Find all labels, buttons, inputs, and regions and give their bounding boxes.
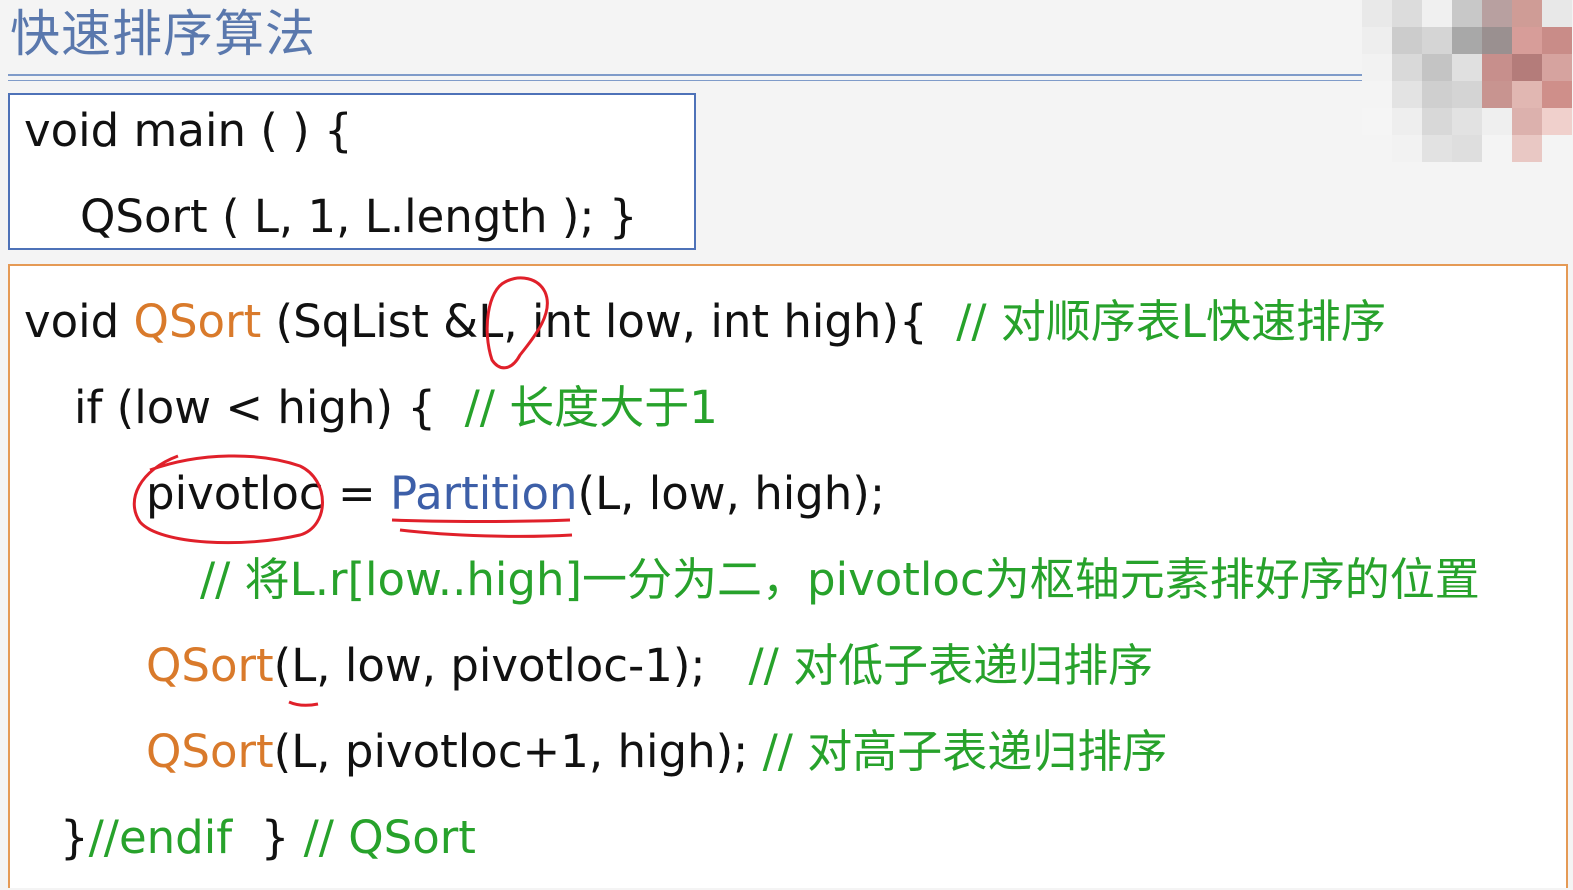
- closing-brace-if: }: [60, 811, 89, 864]
- function-name-qsort-high: QSort: [146, 725, 274, 778]
- qsort-line-2: if (low < high) { // 长度大于1: [74, 378, 718, 438]
- function-name-partition: Partition: [389, 467, 578, 520]
- webcam-pixel: [1452, 135, 1482, 162]
- webcam-pixel: [1452, 54, 1482, 81]
- webcam-pixel: [1452, 0, 1482, 27]
- slide: 快速排序算法 void main ( ) { QSort ( L, 1, L.l…: [0, 0, 1573, 890]
- comment-length: // 长度大于1: [464, 381, 718, 434]
- webcam-pixel: [1542, 54, 1572, 81]
- comment-sort-list: // 对顺序表L快速排序: [956, 295, 1386, 348]
- webcam-pixel: [1392, 0, 1422, 27]
- webcam-pixel: [1362, 54, 1392, 81]
- qsort-line-7: }//endif } // QSort: [60, 808, 476, 868]
- title-rule: [8, 74, 1363, 76]
- webcam-pixel: [1422, 27, 1452, 54]
- main-line-1: void main ( ) {: [24, 104, 353, 157]
- qsort-line-5: QSort(L, low, pivotloc-1); // 对低子表递归排序: [146, 636, 1153, 696]
- qsort-line-1: void QSort (SqList &L, int low, int high…: [24, 292, 1386, 352]
- webcam-pixel: [1542, 81, 1572, 108]
- webcam-pixel: [1422, 108, 1452, 135]
- webcam-pixel: [1392, 27, 1422, 54]
- webcam-pixel: [1362, 27, 1392, 54]
- webcam-pixel: [1512, 108, 1542, 135]
- webcam-pixel: [1452, 108, 1482, 135]
- webcam-pixel: [1422, 54, 1452, 81]
- webcam-pixel: [1482, 54, 1512, 81]
- webcam-pixel: [1392, 108, 1422, 135]
- webcam-pixel: [1392, 135, 1422, 162]
- webcam-pixel: [1542, 27, 1572, 54]
- webcam-thumbnail: [1362, 0, 1573, 162]
- qsort-line-4: // 将L.r[low..high]一分为二，pivotloc为枢轴元素排好序的…: [200, 553, 1480, 606]
- comment-high-subtable: // 对高子表递归排序: [762, 725, 1168, 778]
- webcam-pixel: [1542, 0, 1572, 27]
- webcam-pixel: [1482, 108, 1512, 135]
- webcam-pixel: [1512, 54, 1542, 81]
- webcam-pixel: [1542, 108, 1572, 135]
- webcam-pixel: [1482, 135, 1512, 162]
- slide-title: 快速排序算法: [10, 5, 316, 63]
- webcam-pixel: [1362, 108, 1392, 135]
- webcam-pixel: [1392, 54, 1422, 81]
- webcam-pixel: [1452, 27, 1482, 54]
- qsort-line-3: pivotloc = Partition(L, low, high);: [146, 464, 885, 524]
- webcam-pixel: [1422, 135, 1452, 162]
- partition-args: (L, low, high);: [577, 467, 886, 520]
- webcam-pixel: [1392, 81, 1422, 108]
- comment-low-subtable: // 对低子表递归排序: [748, 639, 1154, 692]
- if-condition: if (low < high) {: [74, 381, 465, 434]
- qsort-high-args: (L, pivotloc+1, high);: [273, 725, 763, 778]
- webcam-pixel: [1512, 0, 1542, 27]
- webcam-pixel: [1422, 81, 1452, 108]
- function-name-qsort-low: QSort: [146, 639, 274, 692]
- webcam-pixel: [1362, 81, 1392, 108]
- main-function-box: void main ( ) { QSort ( L, 1, L.length )…: [8, 93, 696, 250]
- qsort-params: (SqList &L, int low, int high){: [261, 295, 957, 348]
- keyword-void: void: [24, 295, 134, 348]
- comment-qsort-end: // QSort: [303, 811, 476, 864]
- title-rule-secondary: [8, 80, 1363, 81]
- webcam-pixel: [1512, 81, 1542, 108]
- webcam-pixel: [1482, 27, 1512, 54]
- webcam-pixel: [1362, 135, 1392, 162]
- webcam-pixel: [1482, 81, 1512, 108]
- qsort-line-6: QSort(L, pivotloc+1, high); // 对高子表递归排序: [146, 722, 1167, 782]
- webcam-pixel: [1512, 135, 1542, 162]
- comment-endif: //endif: [88, 811, 261, 864]
- webcam-pixel: [1512, 27, 1542, 54]
- qsort-low-args: (L, low, pivotloc-1);: [273, 639, 749, 692]
- webcam-pixel: [1422, 0, 1452, 27]
- webcam-pixel: [1482, 0, 1512, 27]
- main-line-2: QSort ( L, 1, L.length ); }: [80, 190, 638, 243]
- qsort-function-box: void QSort (SqList &L, int low, int high…: [8, 264, 1568, 888]
- function-name-qsort: QSort: [133, 295, 262, 348]
- webcam-pixel: [1542, 135, 1572, 162]
- webcam-pixel: [1452, 81, 1482, 108]
- pivotloc-assign: pivotloc =: [146, 467, 390, 520]
- closing-brace-fn: }: [260, 811, 304, 864]
- webcam-pixel: [1362, 0, 1392, 27]
